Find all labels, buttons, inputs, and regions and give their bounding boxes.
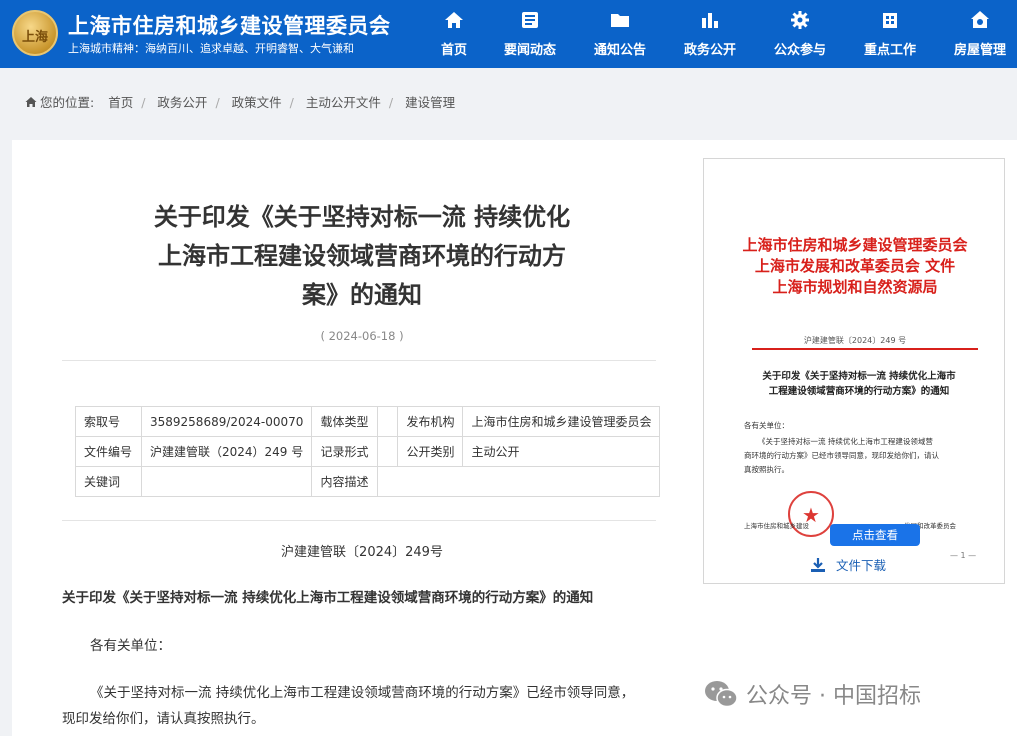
body-heading: 关于印发《关于坚持对标一流 持续优化上海市工程建设领域营商环境的行动方案》的通知 xyxy=(62,590,594,606)
wechat-icon xyxy=(705,681,738,708)
home-icon xyxy=(25,97,37,107)
label-cell: 关键词 xyxy=(75,466,142,497)
letterhead-line: 上海市发展和改革委员会 文件 xyxy=(754,257,956,275)
breadcrumb-public[interactable]: 政务公开 xyxy=(157,95,207,110)
label-cell: 发布机构 xyxy=(397,406,464,437)
thumb-body-line: 《关于坚持对标一流 持续优化上海市工程建设领域营 xyxy=(758,437,933,446)
view-document-button[interactable]: 点击查看 xyxy=(830,524,920,546)
paragraph-line: 现印发给你们，请认真按照执行。 xyxy=(62,711,265,727)
breadcrumb-home[interactable]: 首页 xyxy=(108,95,133,110)
breadcrumb-separator: / xyxy=(289,95,294,110)
page-number: — 1 — xyxy=(950,551,977,560)
site-logo[interactable]: 上海 xyxy=(12,10,58,56)
nav-label: 房屋管理 xyxy=(953,43,1006,58)
label-cell: 索取号 xyxy=(75,406,142,437)
breadcrumb-separator: / xyxy=(388,95,394,110)
label-cell: 记录形式 xyxy=(311,436,379,467)
nav-label: 重点工作 xyxy=(863,43,916,58)
thumb-title-line: 工程建设领域营商环境的行动方案》的通知 xyxy=(768,386,950,397)
thumb-doc-number: 沪建建管联〔2024〕249 号 xyxy=(803,336,907,345)
value-cell: 沪建建管联（2024）249 号 xyxy=(140,436,313,467)
letterhead-line: 上海市住房和城乡建设管理委员会 xyxy=(742,236,968,254)
download-label: 文件下载 xyxy=(836,558,887,573)
document-number: 沪建建管联〔2024〕249号 xyxy=(281,545,443,560)
value-cell: 主动公开 xyxy=(462,436,661,467)
home-icon xyxy=(445,12,463,28)
table-row: 关键词 内容描述 xyxy=(75,466,661,497)
breadcrumb-prefix: 您的位置: xyxy=(40,95,95,110)
thumb-title: 关于印发《关于坚持对标一流 持续优化上海市 工程建设领域营商环境的行动方案》的通… xyxy=(742,369,976,399)
gear-icon xyxy=(791,11,809,29)
label-cell: 内容描述 xyxy=(311,466,379,497)
title-line: 关于印发《关于坚持对标一流 持续优化 xyxy=(153,203,571,231)
wechat-watermark: 公众号 · 中国招标 xyxy=(704,678,921,712)
nav-label: 政务公开 xyxy=(683,43,736,58)
nav-item-notices[interactable]: 通知公告 xyxy=(579,0,661,68)
metadata-table: 索取号 3589258689/2024-00070 载体类型 发布机构 上海市住… xyxy=(75,406,661,497)
chart-icon xyxy=(702,13,718,28)
thumb-body-line: 真按照执行。 xyxy=(744,465,789,474)
logo-text: 上海 xyxy=(21,30,48,45)
red-divider xyxy=(752,348,978,350)
table-row: 文件编号 沪建建管联（2024）249 号 记录形式 公开类别 主动公开 xyxy=(75,436,661,467)
thumb-signature: 上海市住房和城乡建设 xyxy=(744,522,809,530)
nav-item-participation[interactable]: 公众参与 xyxy=(759,0,841,68)
divider xyxy=(62,520,656,521)
breadcrumb-separator: / xyxy=(215,95,220,110)
site-slogan: 上海城市精神：海纳百川、追求卓越、开明睿智、大气谦和 xyxy=(68,42,354,55)
title-line: 案》的通知 xyxy=(302,281,422,309)
label-cell: 载体类型 xyxy=(311,406,379,437)
table-row: 索取号 3589258689/2024-00070 载体类型 发布机构 上海市住… xyxy=(75,406,661,437)
value-cell xyxy=(377,466,661,497)
site-header: 上海 上海市住房和城乡建设管理委员会 上海城市精神：海纳百川、追求卓越、开明睿智… xyxy=(0,0,1017,68)
building-icon xyxy=(883,13,897,28)
value-cell: 上海市住房和城乡建设管理委员会 xyxy=(462,406,661,437)
thumb-body: 《关于坚持对标一流 持续优化上海市工程建设领域营 商环境的行动方案》已经市领导同… xyxy=(744,435,984,477)
thumb-body-line: 商环境的行动方案》已经市领导同意，现印发给你们，请认 xyxy=(744,451,939,460)
label-cell: 公开类别 xyxy=(397,436,464,467)
folder-icon xyxy=(611,14,629,27)
document-thumbnail[interactable]: 上海市住房和城乡建设管理委员会 上海市发展和改革委员会 文件 上海市规划和自然资… xyxy=(724,173,986,560)
nav-item-news[interactable]: 要闻动态 xyxy=(489,0,571,68)
value-cell xyxy=(140,466,313,497)
thumb-title-line: 关于印发《关于坚持对标一流 持续优化上海市 xyxy=(762,371,956,382)
nav-label: 首页 xyxy=(440,43,467,58)
nav-item-home[interactable]: 首页 xyxy=(413,0,495,68)
value-cell xyxy=(377,406,399,437)
news-icon xyxy=(522,12,538,28)
breadcrumb-construction[interactable]: 建设管理 xyxy=(405,95,455,110)
nav-item-public[interactable]: 政务公开 xyxy=(669,0,751,68)
thumb-salutation: 各有关单位： xyxy=(744,421,789,430)
house-icon xyxy=(971,11,989,28)
file-download-link[interactable]: 文件下载 xyxy=(810,555,886,575)
nav-label: 要闻动态 xyxy=(503,43,556,58)
article-panel: 关于印发《关于坚持对标一流 持续优化 上海市工程建设领域营商环境的行动方 案》的… xyxy=(12,140,1017,736)
download-icon xyxy=(811,558,825,572)
site-title[interactable]: 上海市住房和城乡建设管理委员会 xyxy=(68,10,391,40)
breadcrumb-active-files[interactable]: 主动公开文件 xyxy=(306,95,381,110)
red-letterhead: 上海市住房和城乡建设管理委员会 上海市发展和改革委员会 文件 上海市规划和自然资… xyxy=(724,235,986,298)
breadcrumb: 您的位置: 首页 / 政务公开 / 政策文件 / 主动公开文件 / 建设管理 xyxy=(25,92,455,112)
watermark-text: 公众号 · 中国招标 xyxy=(746,684,921,709)
nav-label: 公众参与 xyxy=(773,43,826,58)
value-cell: 3589258689/2024-00070 xyxy=(140,406,313,437)
nav-item-key-work[interactable]: 重点工作 xyxy=(849,0,931,68)
label-cell: 文件编号 xyxy=(75,436,142,467)
document-preview-card: 上海市住房和城乡建设管理委员会 上海市发展和改革委员会 文件 上海市规划和自然资… xyxy=(703,158,1005,584)
value-cell xyxy=(377,436,399,467)
title-line: 上海市工程建设领域营商环境的行动方 xyxy=(158,242,566,270)
letterhead-line: 上海市规划和自然资源局 xyxy=(772,278,938,296)
nav-label: 通知公告 xyxy=(593,43,646,58)
article-title: 关于印发《关于坚持对标一流 持续优化 上海市工程建设领域营商环境的行动方 案》的… xyxy=(112,198,612,315)
article-date: ( 2024-06-18 ) xyxy=(320,329,404,343)
divider xyxy=(62,360,656,361)
breadcrumb-policy[interactable]: 政策文件 xyxy=(232,95,282,110)
paragraph-line: 《关于坚持对标一流 持续优化上海市工程建设领域营商环境的行动方案》已经市领导同意… xyxy=(90,685,635,701)
breadcrumb-separator: / xyxy=(141,95,146,110)
nav-item-housing[interactable]: 房屋管理 xyxy=(939,0,1017,68)
salutation: 各有关单位： xyxy=(90,638,171,654)
